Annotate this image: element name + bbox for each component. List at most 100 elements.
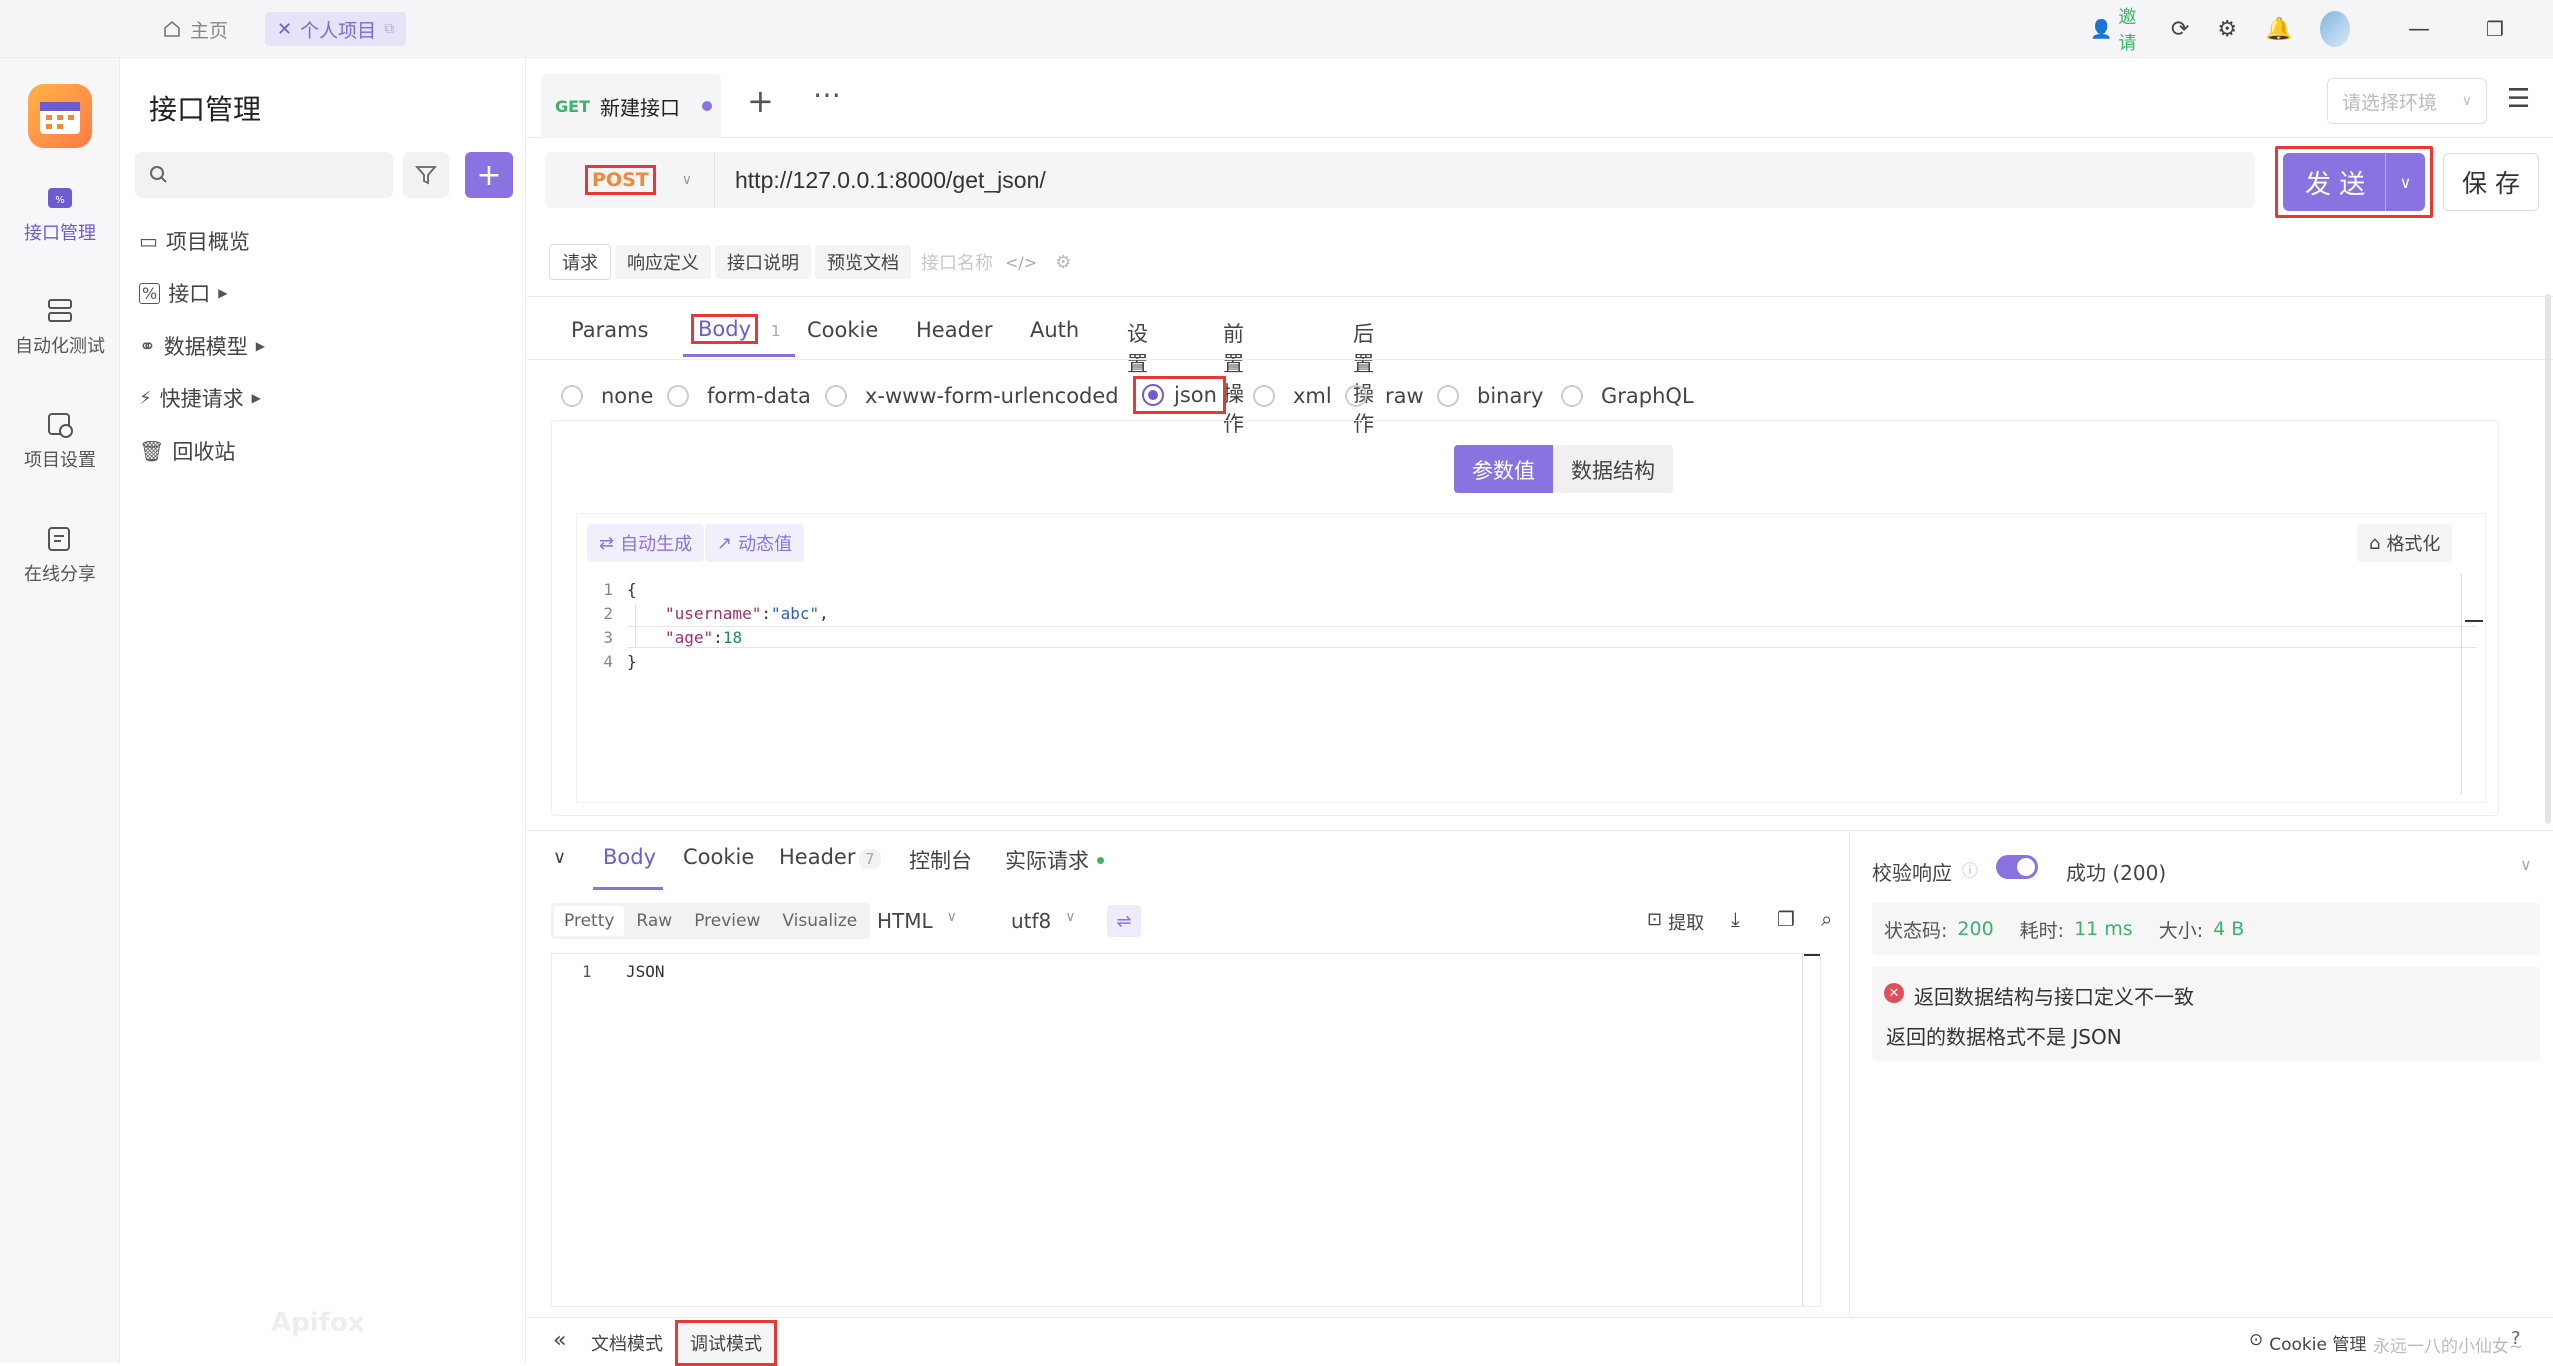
tab-home[interactable]: 主页 [150, 12, 240, 46]
subtab-preview-doc[interactable]: 预览文档 [815, 245, 911, 279]
format-select[interactable]: HTML ∨ [877, 909, 957, 933]
validate-toggle[interactable] [1996, 855, 2038, 879]
tab-params[interactable]: Params [571, 318, 649, 342]
radio-json[interactable]: json [1133, 376, 1226, 414]
tab-settings[interactable]: 设置 [1127, 318, 1148, 378]
send-button[interactable]: 发 送 ∨ [2283, 153, 2425, 211]
environment-select[interactable]: 请选择环境 ∨ [2327, 78, 2487, 124]
tab-body[interactable]: Body [691, 314, 759, 344]
sidebar-item-automation[interactable]: 自动化测试 [0, 296, 120, 358]
radio-urlencoded[interactable]: x-www-form-urlencoded [825, 384, 1119, 408]
resp-tab-body[interactable]: Body [603, 845, 656, 869]
tab-cookie[interactable]: Cookie [807, 318, 878, 342]
toggle-schema[interactable]: 数据结构 [1553, 445, 1673, 493]
code-line-4: } [627, 650, 829, 674]
radio-binary[interactable]: binary [1437, 384, 1543, 408]
send-dropdown[interactable]: ∨ [2385, 153, 2425, 211]
chevron-down-icon[interactable]: ∨ [2520, 855, 2532, 874]
help-icon: ⓘ [1962, 861, 1979, 880]
search-icon[interactable]: ⌕ [1821, 907, 1832, 931]
sidebar-item-api[interactable]: % 接口管理 [0, 183, 120, 245]
help-circle-icon[interactable]: ? [2511, 1328, 2521, 1349]
radio-none[interactable]: none [561, 384, 653, 408]
view-preview[interactable]: Preview [684, 906, 770, 936]
wrap-toggle[interactable]: ⇌ [1107, 905, 1141, 937]
radio-xml[interactable]: xml [1253, 384, 1332, 408]
save-button[interactable]: 保 存 [2443, 153, 2539, 211]
main-scrollbar[interactable] [2545, 294, 2551, 824]
cookie-manager-button[interactable]: ⊙ Cookie 管理 [2249, 1330, 2366, 1355]
tab-auth[interactable]: Auth [1030, 318, 1079, 342]
restore-icon[interactable]: ❐ [2486, 17, 2504, 41]
code-token: } [627, 652, 637, 671]
chevron-down-icon: ∨ [946, 909, 957, 925]
panel-title: 接口管理 [149, 93, 262, 126]
radio-circle [1437, 385, 1459, 407]
copy-icon[interactable]: ❐ [1777, 907, 1795, 931]
editor-scrollbar[interactable] [2461, 574, 2462, 794]
radio-form-data[interactable]: form-data [667, 384, 811, 408]
api-nav-panel: 接口管理 + ▭ 项目概览 % 接口 ▶ ⚭ 数据模型 ▶ ⚡ 快捷请求 ▶ 🗑… [121, 58, 526, 1363]
search-box[interactable] [135, 152, 393, 198]
nav-item-label: 接口 [168, 282, 211, 306]
sidebar-item-share[interactable]: 在线分享 [0, 524, 120, 586]
nav-item-api[interactable]: % 接口 ▶ [139, 278, 227, 308]
radio-raw[interactable]: raw [1345, 384, 1424, 408]
format-label: 格式化 [2386, 534, 2441, 555]
auto-generate-button[interactable]: ⇄ 自动生成 [587, 524, 705, 562]
toggle-values[interactable]: 参数值 [1454, 445, 1553, 493]
more-icon[interactable]: ⋯ [813, 78, 841, 111]
subtab-api-doc[interactable]: 接口说明 [715, 245, 811, 279]
subtab-response-def[interactable]: 响应定义 [615, 245, 711, 279]
filter-button[interactable] [403, 152, 449, 198]
api-small-icon: % [139, 282, 161, 304]
api-icon: % [48, 188, 72, 208]
gear-icon[interactable]: ⚙ [2217, 17, 2237, 42]
tab-project[interactable]: ✕ 个人项目 ⧉ [265, 12, 407, 46]
nav-item-quick-request[interactable]: ⚡ 快捷请求 ▶ [139, 383, 261, 413]
minimize-icon[interactable]: — [2408, 17, 2430, 42]
resp-tab-header[interactable]: Header [779, 845, 855, 869]
view-visualize[interactable]: Visualize [772, 906, 867, 936]
bell-icon[interactable]: 🔔 [2265, 17, 2292, 42]
nav-item-overview[interactable]: ▭ 项目概览 [139, 226, 250, 256]
nav-item-trash[interactable]: 🗑 回收站 [139, 436, 235, 466]
code-editor[interactable]: 1 2 3 4 { "username":"abc", "age":18 } [577, 574, 2485, 800]
nav-item-data-models[interactable]: ⚭ 数据模型 ▶ [139, 331, 265, 361]
resp-tab-actual-request[interactable]: 实际请求 [1005, 845, 1089, 875]
sync-icon[interactable]: ⟳ [2171, 17, 2189, 42]
download-icon[interactable]: ⤓ [1731, 907, 1740, 931]
collapse-icon[interactable]: ∨ [553, 847, 566, 868]
settings-small-icon[interactable]: ⚙ [1055, 252, 1071, 273]
resp-tab-cookie[interactable]: Cookie [683, 845, 754, 869]
subtab-request[interactable]: 请求 [549, 244, 611, 280]
method-select[interactable]: POST ∨ [545, 152, 715, 208]
code-icon[interactable]: </> [1005, 253, 1037, 272]
format-button[interactable]: ⌂ 格式化 [2357, 524, 2453, 562]
add-button[interactable]: + [465, 152, 513, 198]
view-raw[interactable]: Raw [626, 906, 682, 936]
radio-graphql[interactable]: GraphQL [1561, 384, 1694, 408]
invite-button[interactable]: 👤 邀请 [2090, 3, 2143, 55]
request-tab[interactable]: GET 新建接口 [541, 74, 721, 138]
doc-mode-button[interactable]: 文档模式 [591, 1330, 663, 1356]
search-input[interactable] [177, 164, 377, 186]
radio-label: binary [1477, 384, 1544, 408]
tab-header[interactable]: Header [916, 318, 992, 342]
response-body-viewer[interactable]: 1 JSON [551, 953, 1821, 1307]
extract-button[interactable]: ⊡ 提取 [1647, 909, 1704, 935]
api-name-placeholder[interactable]: 接口名称 [921, 249, 993, 275]
viewer-scrollbar[interactable] [1802, 954, 1803, 1306]
resp-tab-console[interactable]: 控制台 [909, 845, 972, 875]
url-input[interactable] [735, 160, 2215, 200]
encoding-select[interactable]: utf8 ∨ [1011, 909, 1076, 933]
debug-mode-button[interactable]: 调试模式 [675, 1320, 777, 1366]
sidebar-item-project-settings[interactable]: 项目设置 [0, 410, 120, 472]
dynamic-value-button[interactable]: ↗ 动态值 [705, 524, 805, 562]
new-tab-button[interactable]: + [747, 82, 774, 120]
view-pretty[interactable]: Pretty [554, 906, 625, 936]
avatar[interactable] [2320, 11, 2350, 47]
close-icon[interactable]: ✕ [277, 19, 292, 40]
collapse-left-icon[interactable]: « [553, 1328, 566, 1353]
menu-icon[interactable]: ☰ [2507, 84, 2530, 114]
